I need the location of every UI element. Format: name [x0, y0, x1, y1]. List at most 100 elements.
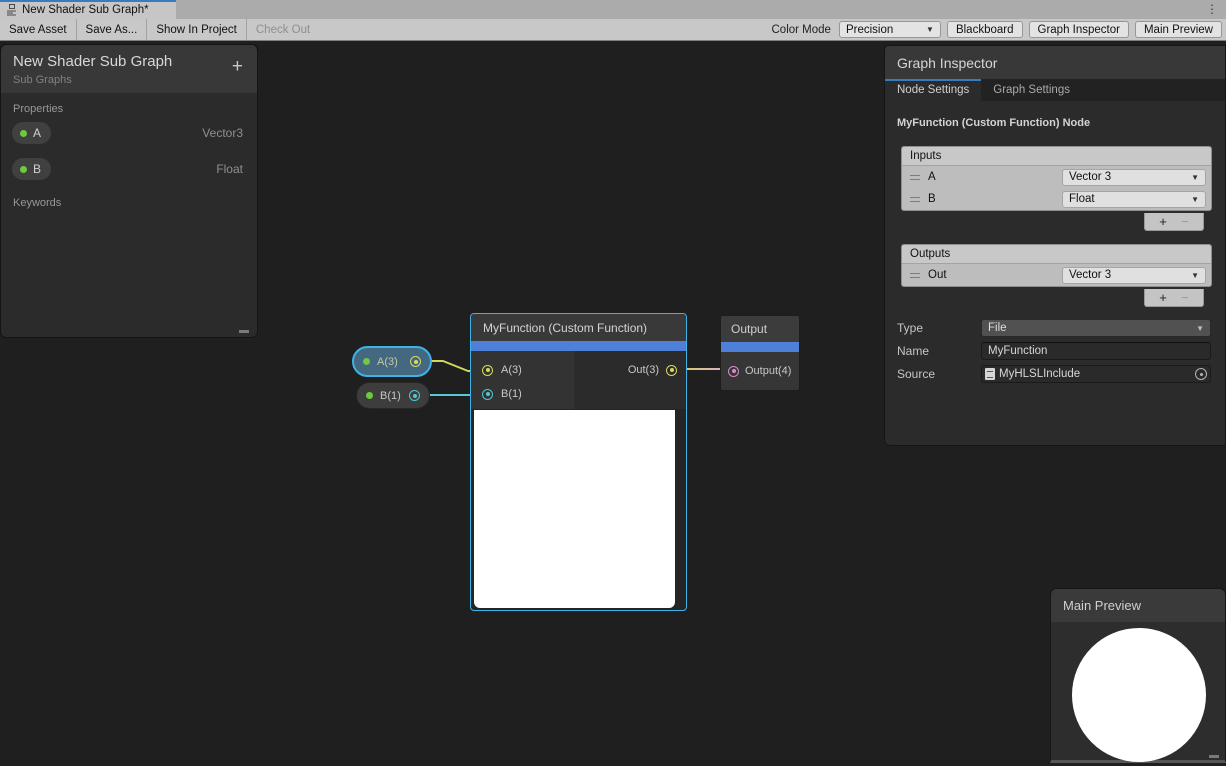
add-input-button[interactable]: + — [1159, 214, 1167, 229]
property-dot-icon — [20, 130, 27, 137]
object-picker-icon[interactable] — [1195, 368, 1207, 380]
outputs-list-footer: + − — [1144, 289, 1204, 307]
tab-graph-settings[interactable]: Graph Settings — [981, 79, 1082, 101]
blackboard-title: New Shader Sub Graph — [13, 53, 245, 70]
outputs-list: Outputs Out Vector 3 ▼ — [901, 244, 1212, 287]
blackboard-subtitle: Sub Graphs — [13, 74, 245, 86]
color-mode-value: Precision — [846, 24, 893, 36]
toolbar-right-group: Color Mode Precision ▼ Blackboard Graph … — [772, 21, 1226, 38]
tab-title: New Shader Sub Graph* — [22, 3, 149, 16]
properties-section-label: Properties — [1, 93, 257, 115]
add-property-button[interactable]: + — [232, 57, 243, 76]
type-dropdown[interactable]: File ▼ — [981, 319, 1211, 337]
name-field-row: Name MyFunction — [897, 342, 1215, 360]
blackboard-toggle-button[interactable]: Blackboard — [947, 21, 1023, 38]
output-port-icon[interactable] — [666, 365, 677, 376]
save-asset-button[interactable]: Save Asset — [0, 19, 77, 40]
source-label: Source — [897, 367, 981, 381]
node-output-column: Out(3) — [574, 351, 686, 409]
node-precision-bar — [721, 342, 799, 352]
color-mode-dropdown[interactable]: Precision ▼ — [839, 21, 941, 38]
input-type-value: Float — [1069, 193, 1095, 205]
graph-canvas[interactable]: A(3) B(1) MyFunction (Custom Function) A… — [0, 41, 1226, 766]
graph-inspector-title[interactable]: Graph Inspector — [885, 46, 1225, 79]
property-name: B — [33, 162, 41, 176]
source-object-field[interactable]: MyHLSLInclude — [981, 365, 1211, 383]
input-name: A — [928, 171, 936, 183]
shader-graph-icon — [6, 4, 17, 16]
type-field-row: Type File ▼ — [897, 319, 1215, 337]
drag-handle-icon[interactable] — [910, 175, 920, 180]
resize-handle[interactable] — [239, 330, 249, 333]
node-input-column: A(3) B(1) — [471, 351, 574, 409]
input-name: B — [928, 193, 936, 205]
type-value: File — [988, 322, 1007, 334]
input-type-dropdown[interactable]: Float ▼ — [1062, 191, 1206, 208]
inputs-list-footer: + − — [1144, 213, 1204, 231]
output-port-icon[interactable] — [410, 356, 421, 367]
node-port-area: A(3) B(1) Out(3) — [471, 351, 686, 409]
list-row-input-b[interactable]: B Float ▼ — [902, 188, 1211, 210]
output-type-dropdown[interactable]: Vector 3 ▼ — [1062, 267, 1206, 284]
kebab-menu-icon[interactable]: ⋮ — [1206, 1, 1218, 18]
input-type-value: Vector 3 — [1069, 171, 1111, 183]
active-tab-indicator — [0, 0, 176, 2]
input-port-icon[interactable] — [482, 389, 493, 400]
selected-node-title: MyFunction (Custom Function) Node — [885, 101, 1225, 129]
tab-label: Node Settings — [897, 84, 969, 96]
active-tab-indicator — [885, 79, 981, 81]
source-field-row: Source MyHLSLInclude — [897, 365, 1215, 383]
input-port-icon[interactable] — [482, 365, 493, 376]
property-row: A Vector3 — [1, 121, 257, 151]
blackboard-property-a[interactable]: A — [11, 121, 52, 145]
chevron-down-icon: ▼ — [1191, 173, 1199, 182]
property-dot-icon — [20, 166, 27, 173]
output-node[interactable]: Output Output(4) — [720, 315, 800, 391]
main-preview-title[interactable]: Main Preview — [1051, 589, 1225, 622]
chevron-down-icon: ▼ — [1191, 195, 1199, 204]
property-name: A — [33, 126, 41, 140]
toolbar-left-group: Save Asset Save As... Show In Project Ch… — [0, 19, 319, 40]
property-node-b[interactable]: B(1) — [356, 382, 430, 409]
custom-function-node[interactable]: MyFunction (Custom Function) A(3) B(1) O… — [470, 313, 687, 611]
tab-node-settings[interactable]: Node Settings — [885, 79, 981, 101]
input-port-icon[interactable] — [728, 366, 739, 377]
property-type: Float — [216, 162, 243, 176]
drag-handle-icon[interactable] — [910, 273, 920, 278]
source-value: MyHLSLInclude — [999, 368, 1080, 380]
node-preview — [474, 410, 675, 608]
graph-inspector-panel: Graph Inspector Node Settings Graph Sett… — [884, 45, 1226, 446]
input-type-dropdown[interactable]: Vector 3 ▼ — [1062, 169, 1206, 186]
chevron-down-icon: ▼ — [1191, 271, 1199, 280]
input-row-a: A(3) — [471, 358, 574, 382]
remove-output-button: − — [1181, 290, 1189, 305]
input-port-label: B(1) — [501, 388, 522, 400]
shader-graph-toolbar: Save Asset Save As... Show In Project Ch… — [0, 19, 1226, 41]
property-node-a[interactable]: A(3) — [352, 346, 432, 377]
name-input[interactable]: MyFunction — [981, 342, 1211, 360]
add-output-button[interactable]: + — [1159, 290, 1167, 305]
name-value: MyFunction — [988, 345, 1047, 357]
resize-handle[interactable] — [1209, 755, 1219, 758]
node-precision-bar — [471, 341, 686, 351]
main-preview-panel: Main Preview — [1050, 588, 1226, 763]
chevron-down-icon: ▼ — [1196, 324, 1204, 333]
output-port-icon[interactable] — [409, 390, 420, 401]
main-preview-toggle-button[interactable]: Main Preview — [1135, 21, 1222, 38]
graph-inspector-toggle-button[interactable]: Graph Inspector — [1029, 21, 1129, 38]
input-port-label: Output(4) — [745, 365, 791, 377]
property-dot-icon — [366, 392, 373, 399]
list-row-output-out[interactable]: Out Vector 3 ▼ — [902, 264, 1211, 286]
node-title: MyFunction (Custom Function) — [471, 314, 686, 341]
show-in-project-button[interactable]: Show In Project — [147, 19, 247, 40]
blackboard-header[interactable]: New Shader Sub Graph Sub Graphs + — [1, 45, 257, 93]
list-row-input-a[interactable]: A Vector 3 ▼ — [902, 166, 1211, 188]
node-title: Output — [721, 316, 799, 342]
input-row-b: B(1) — [471, 382, 574, 406]
save-as-button[interactable]: Save As... — [77, 19, 148, 40]
document-tab[interactable]: New Shader Sub Graph* — [0, 0, 176, 19]
inputs-list-header: Inputs — [902, 147, 1211, 166]
drag-handle-icon[interactable] — [910, 197, 920, 202]
file-icon — [985, 368, 995, 380]
blackboard-property-b[interactable]: B — [11, 157, 52, 181]
